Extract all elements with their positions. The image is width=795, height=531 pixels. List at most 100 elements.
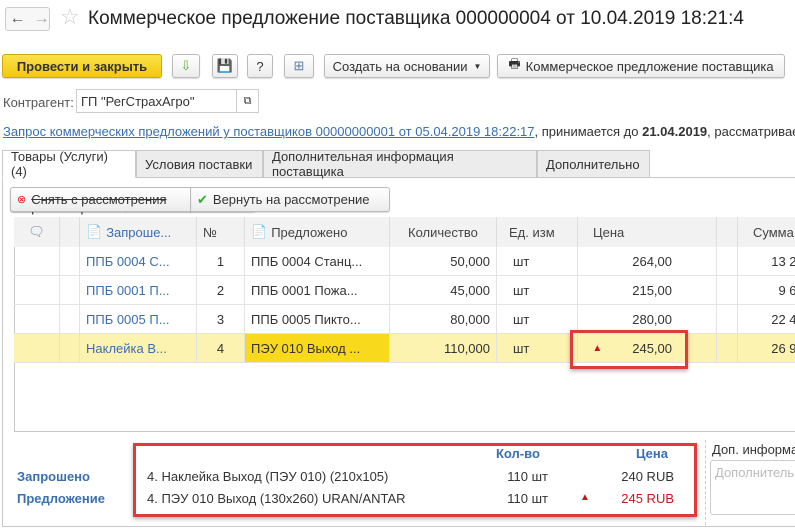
- counterparty-label: Контрагент:: [3, 95, 74, 110]
- extra-info-field[interactable]: Дополнительны: [710, 460, 795, 515]
- cell-price: 264,00: [578, 247, 717, 275]
- cell-value: 4: [216, 340, 225, 356]
- request-text: , принимается до: [534, 124, 643, 139]
- requested-name: 4. Наклейка Выход (ПЭУ 010) (210x105): [147, 469, 389, 484]
- print-label: Коммерческое предложение поставщика: [525, 58, 774, 74]
- print-button[interactable]: 🖶 Коммерческое предложение поставщика: [497, 54, 785, 78]
- post-and-close-button[interactable]: Провести и закрыть: [2, 54, 162, 78]
- cell-price: 215,00: [578, 276, 717, 304]
- cell-blank: [60, 334, 80, 362]
- price-up-icon: ▲: [580, 492, 590, 503]
- offered-label: Предложение: [17, 491, 105, 506]
- requested-price: 240 RUB: [621, 469, 674, 484]
- cell-price: 280,00: [578, 305, 717, 333]
- header-label: Предложено: [271, 224, 348, 240]
- counterparty-field[interactable]: ГП "РегСтрахАгро": [76, 89, 259, 113]
- header-label: Цена: [593, 224, 625, 240]
- cell-value: 2: [216, 282, 225, 298]
- help-button[interactable]: ?: [247, 54, 273, 78]
- cell-value: ППБ 0004 Станц...: [251, 253, 363, 269]
- cell-blank: [717, 334, 738, 362]
- cell-value: шт: [513, 253, 530, 269]
- extra-info-label: Доп. информа: [712, 442, 795, 457]
- cell-value: Наклейка В...: [86, 340, 167, 356]
- tab-supplier-info[interactable]: Дополнительная информация поставщика: [263, 149, 537, 179]
- cell-value: 280,00: [632, 311, 672, 327]
- price-highlight-box: [570, 330, 688, 369]
- cell-requested: Наклейка В...: [80, 334, 197, 362]
- back-button[interactable]: ←: [5, 8, 30, 30]
- return-to-consideration-button-full[interactable]: ✔ Вернуть на рассмотрение: [190, 187, 390, 212]
- requested-label: Запрошено: [17, 469, 90, 484]
- tab-label: Товары (Услуги) (4): [11, 149, 108, 179]
- requested-qty: 110 шт: [507, 469, 548, 484]
- cell-blank: [14, 334, 60, 362]
- column-header-blank: [60, 217, 80, 247]
- request-link[interactable]: Запрос коммерческих предложений у постав…: [3, 124, 535, 139]
- cell-value: 9 675: [778, 282, 795, 298]
- column-header-offered[interactable]: 📄 Предложено: [245, 217, 390, 247]
- cell-blank: [14, 305, 60, 333]
- cell-blank: [717, 247, 738, 275]
- remove-icon: ⊗: [17, 194, 27, 206]
- column-header-price[interactable]: Цена: [578, 217, 717, 247]
- cell-value: 264,00: [632, 253, 672, 269]
- comment-column-header: 🗨: [14, 217, 60, 247]
- page-title: Коммерческое предложение поставщика 0000…: [88, 8, 744, 29]
- cell-value: 80,000: [450, 311, 490, 327]
- tab-additional[interactable]: Дополнительно: [537, 150, 650, 178]
- cell-qty: 80,000: [390, 305, 497, 333]
- cell-value: ППБ 0005 П...: [86, 311, 170, 327]
- column-header-unit[interactable]: Ед. изм: [497, 217, 578, 247]
- column-header-requested[interactable]: 📄 Запроше...: [80, 217, 197, 247]
- tab-label: Условия поставки: [145, 156, 253, 172]
- extra-info-placeholder: Дополнительны: [715, 465, 795, 480]
- cell-num: 1: [197, 247, 245, 275]
- cell-sum: 13 200: [738, 247, 795, 275]
- requested-icon: 📄: [86, 224, 103, 239]
- cell-unit: шт: [497, 334, 578, 362]
- offered-icon: 📄: [251, 224, 268, 239]
- cell-blank: [14, 247, 60, 275]
- favorite-star-icon[interactable]: ☆: [60, 4, 80, 30]
- cell-sum: 9 675: [738, 276, 795, 304]
- cell-value: 215,00: [632, 282, 672, 298]
- cell-qty: 45,000: [390, 276, 497, 304]
- remove-from-consideration-button[interactable]: ⊗ Снять с рассмотрения: [10, 187, 191, 212]
- column-header-qty[interactable]: Количество: [390, 217, 497, 247]
- cell-value: 50,000: [450, 253, 490, 269]
- tab-goods[interactable]: Товары (Услуги) (4): [2, 149, 136, 179]
- cell-unit: шт: [497, 276, 578, 304]
- cell-num: 2: [197, 276, 245, 304]
- column-header-blank-2: [717, 217, 738, 247]
- cell-blank: [60, 276, 80, 304]
- table-row[interactable]: ППБ 0001 П... 2 ППБ 0001 Пожа... 45,000 шт 21…: [14, 276, 795, 305]
- cell-value: шт: [513, 311, 530, 327]
- tab-delivery-terms[interactable]: Условия поставки: [136, 150, 263, 178]
- counterparty-value: ГП "РегСтрахАгро": [81, 94, 195, 109]
- structure-button[interactable]: ⊞: [284, 54, 314, 78]
- column-header-sum[interactable]: Сумма: [738, 217, 795, 247]
- cell-value: 110,000: [443, 340, 490, 356]
- create-based-on-button[interactable]: Создать на основании ▼: [324, 54, 490, 78]
- return-icon: ✔: [197, 191, 208, 207]
- offered-price: 245 RUB: [621, 491, 674, 506]
- cell-num: 3: [197, 305, 245, 333]
- cell-value: шт: [513, 282, 530, 298]
- cell-sum: 22 400: [738, 305, 795, 333]
- cell-blank: [717, 305, 738, 333]
- open-counterparty-icon[interactable]: ⧉: [236, 90, 258, 112]
- header-label: Количество: [408, 224, 478, 240]
- save-button[interactable]: 💾: [212, 54, 238, 78]
- forward-button[interactable]: →: [29, 8, 54, 30]
- post-icon-button[interactable]: ⇩: [172, 54, 200, 78]
- printer-icon: 🖶: [508, 56, 521, 71]
- cell-value: 22 400: [771, 311, 795, 327]
- column-header-num[interactable]: №: [197, 217, 245, 247]
- cell-blank: [14, 276, 60, 304]
- cell-value: ППБ 0001 Пожа...: [251, 282, 358, 298]
- restore-label: Вернуть на рассмотрение: [212, 192, 370, 207]
- cell-blank: [60, 247, 80, 275]
- help-label: ?: [256, 58, 264, 74]
- table-row[interactable]: ППБ 0004 С... 1 ППБ 0004 Станц... 50,000 шт 2…: [14, 247, 795, 276]
